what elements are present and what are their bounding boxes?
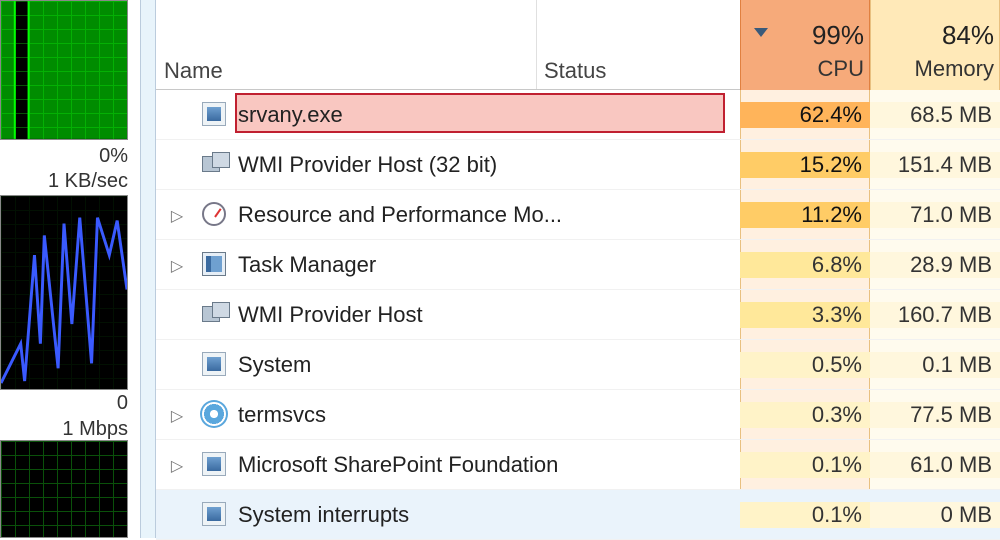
perf-sidebar: 0% 1 KB/sec 0 1 Mbps bbox=[0, 0, 140, 538]
cpu-cell: 11.2% bbox=[740, 202, 870, 228]
process-icon bbox=[202, 352, 226, 376]
net-line-icon bbox=[1, 196, 127, 388]
table-row[interactable]: WMI Provider Host 3.3%160.7 MB bbox=[156, 290, 1000, 340]
column-divider bbox=[536, 0, 537, 89]
expand-icon[interactable]: ▷ bbox=[170, 406, 184, 420]
process-icon bbox=[202, 102, 226, 126]
table-header: Name Status 99% 84% CPU Memory bbox=[156, 0, 1000, 90]
table-row[interactable]: srvany.exe 62.4%68.5 MB bbox=[156, 90, 1000, 140]
cpu-cell: 6.8% bbox=[740, 252, 870, 278]
cpu-cell: 62.4% bbox=[740, 102, 870, 128]
cpu-cell: 0.1% bbox=[740, 502, 870, 528]
table-row[interactable]: WMI Provider Host (32 bit) 15.2%151.4 MB bbox=[156, 140, 1000, 190]
mem-cell: 68.5 MB bbox=[870, 102, 1000, 128]
table-row[interactable]: System 0.5%0.1 MB bbox=[156, 340, 1000, 390]
mem-cell: 0.1 MB bbox=[870, 352, 1000, 378]
process-name: termsvcs bbox=[238, 402, 326, 428]
col-memory[interactable]: Memory bbox=[870, 56, 994, 82]
process-icon bbox=[202, 152, 226, 176]
mem-cell: 160.7 MB bbox=[870, 302, 1000, 328]
mem-total: 84% bbox=[870, 20, 994, 51]
process-icon bbox=[202, 302, 226, 326]
mem-cell: 0 MB bbox=[870, 502, 1000, 528]
cpu-cell: 0.1% bbox=[740, 452, 870, 478]
cpu-cell: 3.3% bbox=[740, 302, 870, 328]
process-icon bbox=[202, 252, 226, 276]
col-cpu[interactable]: CPU bbox=[740, 56, 864, 82]
process-icon bbox=[202, 502, 226, 526]
expand-icon[interactable]: ▷ bbox=[170, 256, 184, 270]
expand-icon[interactable]: ▷ bbox=[170, 456, 184, 470]
net-scale-label: 1 KB/sec bbox=[48, 170, 128, 193]
cpu-mini-graph[interactable] bbox=[0, 0, 128, 140]
process-name: WMI Provider Host bbox=[238, 302, 423, 328]
cpu-cell: 0.5% bbox=[740, 352, 870, 378]
process-name: WMI Provider Host (32 bit) bbox=[238, 152, 497, 178]
table-row[interactable]: System interrupts 0.1%0 MB bbox=[156, 490, 1000, 540]
cpu-line-icon bbox=[1, 1, 127, 139]
expand-icon[interactable]: ▷ bbox=[170, 206, 184, 220]
table-row[interactable]: ▷ termsvcs 0.3%77.5 MB bbox=[156, 390, 1000, 440]
cpu-scale-label: 0% bbox=[99, 145, 128, 168]
process-name: System interrupts bbox=[238, 502, 409, 528]
process-table: Name Status 99% 84% CPU Memory srvany.ex… bbox=[156, 0, 1000, 538]
process-name: Resource and Performance Mo... bbox=[238, 202, 562, 228]
table-row[interactable]: ▷ Resource and Performance Mo... 11.2%71.0… bbox=[156, 190, 1000, 240]
process-rows: srvany.exe 62.4%68.5 MB WMI Provider Host … bbox=[156, 90, 1000, 538]
process-icon bbox=[202, 452, 226, 476]
disk-scale-label: 1 Mbps bbox=[62, 418, 128, 441]
mem-cell: 28.9 MB bbox=[870, 252, 1000, 278]
mem-cell: 77.5 MB bbox=[870, 402, 1000, 428]
col-name[interactable]: Name bbox=[164, 58, 223, 84]
mem-cell: 71.0 MB bbox=[870, 202, 1000, 228]
process-name: srvany.exe bbox=[238, 102, 343, 128]
process-name: Task Manager bbox=[238, 252, 376, 278]
table-row[interactable]: ▷ Microsoft SharePoint Foundation 0.1%61.0… bbox=[156, 440, 1000, 490]
splitter-handle[interactable] bbox=[140, 0, 156, 538]
cpu-cell: 15.2% bbox=[740, 152, 870, 178]
process-icon bbox=[202, 202, 226, 226]
cpu-cell: 0.3% bbox=[740, 402, 870, 428]
table-row[interactable]: ▷ Task Manager 6.8%28.9 MB bbox=[156, 240, 1000, 290]
process-name: Microsoft SharePoint Foundation bbox=[238, 452, 558, 478]
mem-cell: 61.0 MB bbox=[870, 452, 1000, 478]
network-mini-graph[interactable] bbox=[0, 195, 128, 390]
disk-mini-graph[interactable] bbox=[0, 440, 128, 538]
cpu-total: 99% bbox=[740, 20, 864, 51]
mem-cell: 151.4 MB bbox=[870, 152, 1000, 178]
process-name: System bbox=[238, 352, 311, 378]
disk-zero-label: 0 bbox=[117, 392, 128, 415]
process-icon bbox=[202, 402, 226, 426]
col-status[interactable]: Status bbox=[544, 58, 606, 84]
